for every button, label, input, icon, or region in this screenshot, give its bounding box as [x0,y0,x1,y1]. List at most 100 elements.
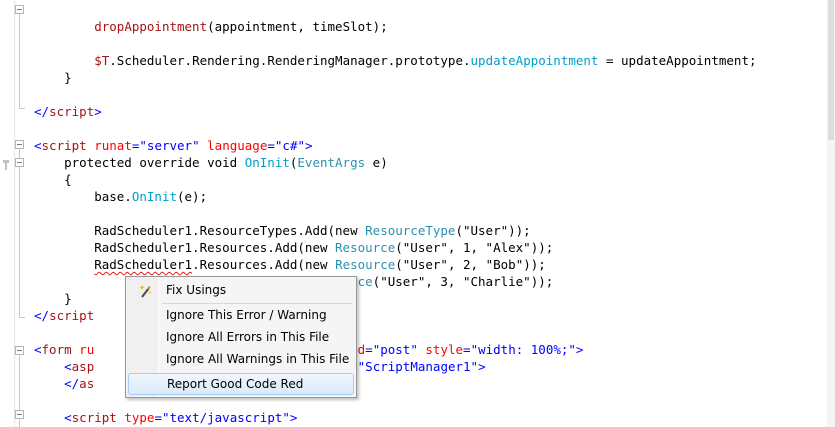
menu-item-ignore-all-warnings[interactable]: Ignore All Warnings in This File [128,348,354,370]
code-token: OnInit [244,155,290,170]
code-token: } [34,70,72,85]
code-token: "c#" [274,138,305,153]
menu-item-report-good-code-red[interactable]: Report Good Code Red [128,373,354,395]
code-token: as [79,376,95,391]
fold-toggle[interactable] [15,140,24,149]
menu-item-label: Fix Usings [166,283,227,297]
code-token: = [463,342,471,357]
code-token: "width: 100%;" [470,342,576,357]
code-token: ("User", 1, "Alex")); [395,240,554,255]
code-line[interactable]: protected override void OnInit(EventArgs… [34,154,388,171]
menu-item-ignore-all-errors[interactable]: Ignore All Errors in This File [128,326,354,348]
code-token: { [34,172,72,187]
code-line[interactable]: </as [34,375,94,392]
code-line[interactable]: } [34,69,72,86]
menu-item-label: Ignore All Warnings in This File [166,352,350,366]
code-line[interactable]: $T.Scheduler.Rendering.RenderingManager.… [34,52,757,69]
menu-item-label: Ignore All Errors in This File [166,330,330,344]
code-token: "post" [372,342,418,357]
code-token: = [154,410,162,425]
code-token: (appointment, timeSlot); [207,19,388,34]
code-token: asp [71,359,95,374]
code-line[interactable]: base.OnInit(e); [34,188,207,205]
error-squiggle-token: RadScheduler1 [94,257,193,272]
code-token: e) [365,155,388,170]
code-token: Resource [335,240,396,255]
code-line[interactable]: <script runat="server" language="c#"> [34,137,313,154]
code-line[interactable]: RadScheduler1.Resources.Add(new Resource… [34,239,553,256]
magic-wand-icon [139,285,152,298]
code-token: style [425,342,464,357]
menu-item-label: Report Good Code Red [167,377,304,391]
code-token: </ [34,104,50,119]
code-token: .Scheduler.Rendering.RenderingManager.pr… [109,53,471,68]
code-token: < [34,138,42,153]
code-token: < [64,359,72,374]
code-token: = [267,138,275,153]
code-token: protected override void [34,155,245,170]
code-line[interactable]: { [34,171,72,188]
code-token: (e); [177,189,208,204]
code-token: } [34,291,72,306]
fold-toggle[interactable] [15,346,24,355]
code-token: base. [34,189,132,204]
code-token: "server" [139,138,200,153]
code-token: runat [94,138,132,153]
code-token: "ScriptManager1" [357,359,479,374]
code-token: </ [64,376,80,391]
code-token: < [64,410,72,425]
menu-item-fix-usings[interactable]: Fix Usings [128,279,354,301]
code-line[interactable]: RadScheduler1.ResourceTypes.Add(new Reso… [34,222,531,239]
code-token: > [478,359,486,374]
editor-gutter [0,0,15,427]
code-token: ("User")); [455,223,531,238]
code-line[interactable]: RadScheduler1.Resources.Add(new Resource… [34,256,546,273]
code-token: Resource [335,257,396,272]
code-line[interactable]: </script [34,307,94,324]
fold-guide-end [19,317,25,318]
code-token: "text/javascript" [161,410,290,425]
code-token: .Resources.Add(new [192,257,336,272]
code-token: > [575,342,584,357]
code-line[interactable]: </script> [34,103,102,120]
code-token: updateAppointment [470,53,599,68]
fold-toggle[interactable] [15,158,24,167]
code-token: $T [94,53,110,68]
code-token: script [49,308,95,323]
code-token: RadScheduler1.Resources.Add(new [34,240,336,255]
code-token: > [289,410,298,425]
pin-icon[interactable] [1,158,11,172]
code-token: > [305,138,313,153]
code-token: ("User", 2, "Bob")); [395,257,546,272]
scrollbar-thumb[interactable] [828,0,834,140]
code-token: script [49,104,95,119]
fold-toggle[interactable] [15,410,24,419]
context-menu: Fix Usings Ignore This Error / Warning I… [125,276,357,398]
code-token: script [41,138,87,153]
menu-item-ignore-this[interactable]: Ignore This Error / Warning [128,304,354,326]
fold-guide-end [19,108,25,109]
code-token: > [94,104,102,119]
code-line[interactable]: <script type="text/javascript"> [34,409,297,426]
code-token: type [124,410,155,425]
code-line[interactable]: dropAppointment(appointment, timeSlot); [34,18,388,35]
fold-guide [19,14,20,108]
code-token: ResourceType [365,223,456,238]
code-token: dropAppointment [94,19,208,34]
vertical-scrollbar[interactable] [827,0,835,427]
code-token: = [365,342,373,357]
fold-toggle[interactable] [15,5,24,14]
code-line[interactable]: } [34,290,72,307]
code-token: = updateAppointment; [598,53,757,68]
code-token: script [71,410,117,425]
code-token: </ [34,308,50,323]
code-token: form [41,342,72,357]
menu-item-label: Ignore This Error / Warning [166,308,327,322]
